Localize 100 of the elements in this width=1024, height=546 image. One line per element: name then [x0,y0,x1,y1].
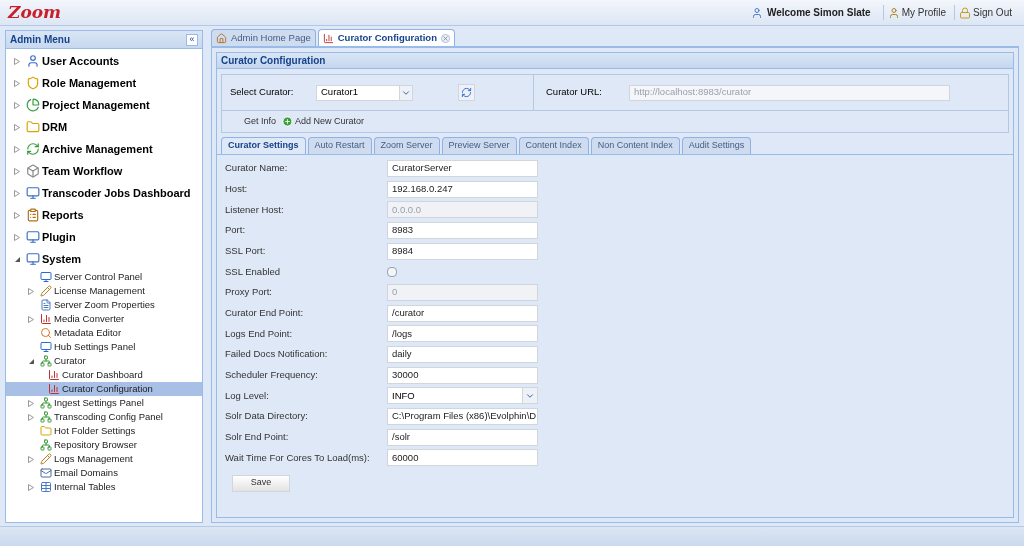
menu-item[interactable]: DRM [42,118,68,136]
menu-item[interactable]: Hub Settings Panel [54,339,136,355]
bar-chart-icon [40,313,52,325]
input-field[interactable]: 192.168.0.247 [387,180,538,198]
menu-item[interactable]: Server Control Panel [54,269,143,285]
user-icon [26,54,40,68]
monitor-icon [26,252,40,266]
close-icon[interactable] [440,33,450,43]
dropdown[interactable]: INFO [387,387,538,405]
field-label: Port: [225,223,247,238]
header-link[interactable]: My Profile [901,5,947,20]
home-icon [216,32,227,44]
checkbox[interactable] [387,266,397,277]
sidebar-title: Admin Menu [10,33,71,47]
panel-title: Curator Configuration [221,54,326,68]
table-icon [40,481,52,493]
shield-icon [26,76,40,90]
field-label: Wait Time For Cores To Load(ms): [225,450,371,465]
network-icon [40,439,52,451]
field-label: Log Level: [225,388,270,403]
field-label: Failed Docs Notification: [225,347,329,362]
menu-item[interactable]: Metadata Editor [54,325,122,341]
menu-item[interactable]: Internal Tables [54,479,116,495]
input-field[interactable]: /curator [387,304,538,322]
input-field[interactable]: CuratorServer [387,159,538,177]
menu-item[interactable]: Plugin [42,228,76,246]
menu-item[interactable]: Curator [54,353,86,369]
menu-item[interactable]: Transcoder Jobs Dashboard [42,184,191,202]
pencil-icon [40,453,52,465]
menu-item[interactable]: Curator Dashboard [62,367,143,383]
tab[interactable]: Zoom Server [373,137,440,154]
expander-icon[interactable] [14,255,20,263]
menu-item[interactable]: Server Zoom Properties [54,297,155,313]
collapse-button[interactable]: « [186,33,198,46]
field-label: Curator Name: [225,161,289,176]
menu-item[interactable]: Email Domains [54,465,118,481]
input-field[interactable]: 60000 [387,449,538,467]
input-field[interactable]: 8984 [387,242,538,260]
sync-icon [26,142,40,156]
expander-icon[interactable] [28,357,34,365]
tab[interactable]: Admin Home Page [211,29,316,46]
field-label: Listener Host: [225,202,285,217]
field-label: Proxy Port: [225,285,273,300]
input-field[interactable]: daily [387,346,538,364]
field-label: Host: [225,181,249,196]
menu-item[interactable]: Logs Management [54,451,133,467]
menu-item[interactable]: Archive Management [42,140,153,158]
lock-icon [959,6,972,19]
input-field[interactable]: /logs [387,325,538,343]
menu-item[interactable]: Team Workflow [42,162,123,180]
field-label: Curator URL: [546,85,603,100]
tab[interactable]: Preview Server [441,137,517,154]
network-icon [40,355,52,367]
input-field[interactable]: 30000 [387,366,538,384]
menu-item[interactable]: Ingest Settings Panel [54,395,144,411]
menu-item[interactable]: Reports [42,206,84,224]
input-field[interactable]: 8983 [387,221,538,239]
curator-dropdown[interactable]: Curator1 [316,84,413,101]
tab[interactable]: Curator Settings [221,137,306,154]
menu-item[interactable]: Repository Browser [54,437,137,453]
welcome-text: Welcome Simon Slate [766,6,871,20]
folder-icon [26,120,40,134]
field-label: Logs End Point: [225,326,294,341]
document-icon [40,299,52,311]
tab[interactable]: Content Index [518,137,589,154]
save-button[interactable]: Save [232,474,290,492]
menu-item[interactable]: Project Management [42,96,150,114]
network-icon [40,397,52,409]
bar-chart-icon [48,383,60,395]
tab[interactable]: Audit Settings [681,137,752,154]
pie-chart-icon [26,98,40,112]
menu-item[interactable]: System [42,250,82,268]
menu-item[interactable]: Role Management [42,74,137,92]
field-label: Select Curator: [230,85,295,100]
tab[interactable]: Auto Restart [307,137,372,154]
get-info-button[interactable]: Get Info [244,114,277,129]
header-link[interactable]: Sign Out [973,5,1012,20]
add-icon [282,116,294,127]
refresh-button[interactable] [458,84,475,101]
tab[interactable]: Curator Configuration [317,29,455,46]
menu-item[interactable]: User Accounts [42,52,120,70]
logo: Zoom [8,0,62,24]
bar-chart-icon [322,32,334,44]
input-field[interactable]: /solr [387,428,538,446]
add-curator-button[interactable]: Add New Curator [282,114,365,129]
network-icon [40,411,52,423]
pencil-icon [40,285,52,297]
box-icon [26,164,40,178]
input-field[interactable]: C:\Program Files (x86)\Evolphin\D [387,408,538,426]
tab[interactable]: Non Content Index [590,137,680,154]
monitor-icon [40,271,52,283]
monitor-icon [26,230,40,244]
menu-item[interactable]: Hot Folder Settings [54,423,136,439]
user-icon [750,6,763,19]
menu-item[interactable]: License Management [54,283,145,299]
menu-item[interactable]: Transcoding Config Panel [54,409,163,425]
field-label: SSL Port: [225,243,267,258]
menu-item[interactable]: Media Converter [54,311,125,327]
field-label: SSL Enabled [225,264,282,279]
field-label: Curator End Point: [225,306,305,321]
